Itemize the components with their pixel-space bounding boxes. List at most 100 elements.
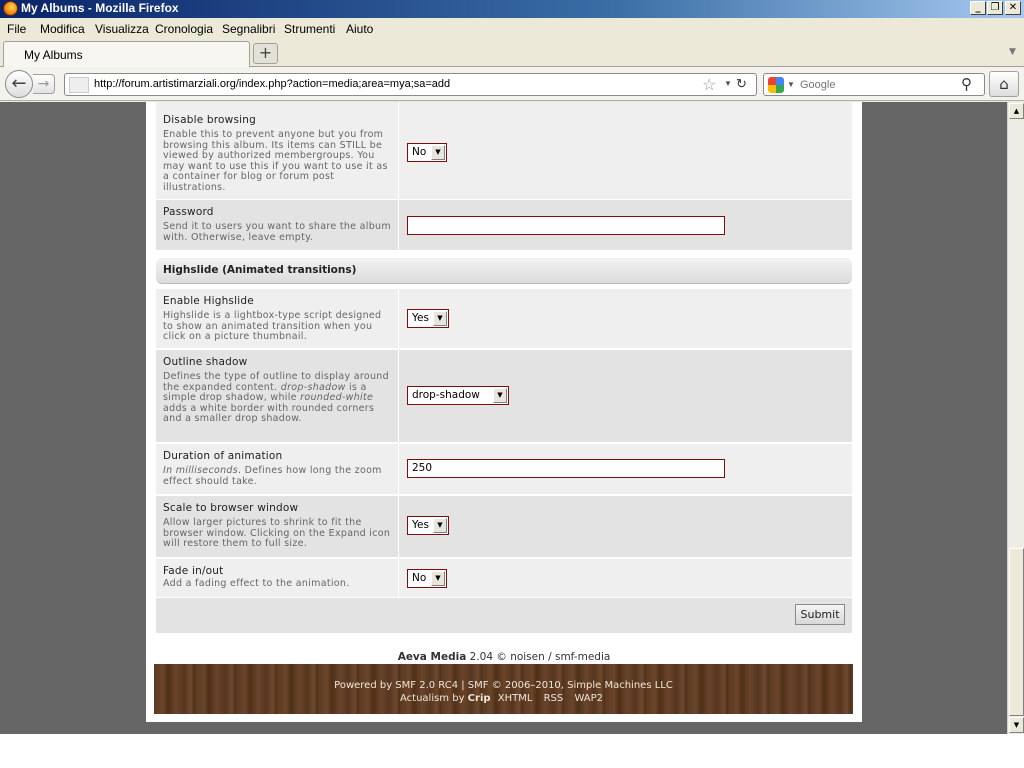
row-value-cell: [407, 200, 852, 250]
submit-row: Submit: [156, 598, 852, 633]
fade-select[interactable]: No ▼: [407, 569, 447, 588]
row-label-cell: Fade in/out Add a fading effect to the a…: [156, 559, 399, 597]
disable-browsing-select[interactable]: No ▼: [407, 143, 447, 162]
footer-actualism: Actualism by: [399, 693, 468, 704]
outline-shadow-select[interactable]: drop-shadow ▼: [407, 386, 509, 405]
footer-wap2-link[interactable]: WAP2: [574, 693, 603, 704]
footer-powered-by[interactable]: Powered by SMF 2.0 RC4 | SMF © 2006–2010…: [154, 680, 853, 691]
tab-label: My Albums: [24, 48, 83, 62]
duration-input[interactable]: 250: [407, 459, 725, 478]
desc-password: Send it to users you want to share the a…: [163, 221, 391, 243]
page-container: Disable browsing Enable this to prevent …: [146, 102, 862, 722]
section-header-title: Highslide (Animated transitions): [163, 264, 357, 276]
select-value: No: [412, 146, 427, 158]
footer-crip-link[interactable]: Crip: [468, 693, 491, 704]
new-tab-button[interactable]: +: [253, 43, 278, 64]
url-bar[interactable]: http://forum.artistimarziali.org/index.p…: [64, 73, 757, 96]
url-text: http://forum.artistimarziali.org/index.p…: [94, 78, 451, 90]
row-value-cell: No ▼: [407, 559, 852, 597]
menu-aiuto[interactable]: Aiuto: [346, 22, 373, 36]
desc-scale-browser: Allow larger pictures to shrink to fit t…: [163, 517, 391, 549]
row-enable-highslide: Enable Highslide Highslide is a lightbox…: [156, 289, 852, 349]
desc-fade: Add a fading effect to the animation.: [163, 578, 350, 589]
desc-italic: In milliseconds: [163, 465, 238, 476]
search-placeholder: Google: [800, 79, 836, 91]
dropdown-arrow-icon: ▼: [431, 145, 445, 160]
search-magnifier-icon[interactable]: ⚲: [961, 75, 972, 93]
page-viewport: Disable browsing Enable this to prevent …: [0, 102, 1007, 734]
forward-arrow-icon[interactable]: →: [33, 74, 55, 94]
dropdown-arrow-icon: ▼: [493, 388, 507, 403]
menubar: File Modifica Visualizza Cronologia Segn…: [0, 18, 1024, 40]
desc-italic: drop-shadow: [280, 381, 346, 393]
scroll-thumb[interactable]: [1009, 548, 1024, 716]
tab-my-albums[interactable]: My Albums: [3, 41, 250, 68]
section-header-highslide: Highslide (Animated transitions): [156, 258, 852, 284]
row-value-cell: No ▼: [407, 102, 852, 199]
desc-outline-shadow: Defines the type of outline to display a…: [163, 371, 391, 425]
label-enable-highslide: Enable Highslide: [163, 295, 254, 307]
menu-segnalibri[interactable]: Segnalibri: [222, 22, 275, 36]
forum-footer: Powered by SMF 2.0 RC4 | SMF © 2006–2010…: [154, 664, 853, 714]
select-value: drop-shadow: [412, 389, 480, 401]
dropdown-arrow-icon: ▼: [433, 518, 447, 533]
google-icon[interactable]: [768, 77, 784, 93]
row-duration: Duration of animation In milliseconds. D…: [156, 444, 852, 495]
dropdown-arrow-icon: ▼: [433, 311, 447, 326]
bookmark-star-icon[interactable]: ☆: [702, 75, 716, 95]
menu-file[interactable]: File: [7, 22, 26, 36]
desc-text: adds a white border with rounded corners…: [163, 402, 375, 424]
row-disable-browsing: Disable browsing Enable this to prevent …: [156, 102, 852, 200]
menu-strumenti[interactable]: Strumenti: [284, 22, 335, 36]
row-label-cell: Enable Highslide Highslide is a lightbox…: [156, 289, 399, 348]
home-icon[interactable]: ⌂: [989, 71, 1019, 97]
menu-visualizza[interactable]: Visualizza: [95, 22, 149, 36]
label-password: Password: [163, 206, 214, 218]
row-value-cell: drop-shadow ▼: [407, 350, 852, 442]
row-label-cell: Disable browsing Enable this to prevent …: [156, 102, 399, 199]
scroll-up-arrow-icon[interactable]: ▲: [1009, 103, 1024, 119]
select-value: Yes: [412, 519, 429, 531]
firefox-icon: [3, 1, 18, 16]
row-label-cell: Scale to browser window Allow larger pic…: [156, 496, 399, 557]
row-fade: Fade in/out Add a fading effect to the a…: [156, 559, 852, 598]
scroll-down-arrow-icon[interactable]: ▼: [1009, 717, 1024, 733]
navigation-toolbar: ← → http://forum.artistimarziali.org/ind…: [0, 67, 1024, 101]
row-outline-shadow: Outline shadow Defines the type of outli…: [156, 350, 852, 443]
credit-rest[interactable]: 2.04 © noisen / smf-media: [466, 651, 611, 663]
credit-name[interactable]: Aeva Media: [398, 651, 467, 663]
search-engine-dropdown-icon[interactable]: ▼: [787, 80, 795, 89]
row-password: Password Send it to users you want to sh…: [156, 200, 852, 251]
footer-rss-link[interactable]: RSS: [544, 693, 564, 704]
scale-browser-select[interactable]: Yes ▼: [407, 516, 449, 535]
select-value: Yes: [412, 312, 429, 324]
footer-links: Actualism by Crip XHTML RSS WAP2: [154, 693, 853, 704]
submit-button[interactable]: Submit: [795, 604, 845, 625]
maximize-button[interactable]: ❐: [987, 1, 1003, 15]
password-input[interactable]: [407, 216, 725, 235]
dropdown-arrow-icon: ▼: [431, 571, 445, 586]
tab-bar: My Albums + ▼: [0, 40, 1024, 68]
window-title: My Albums - Mozilla Firefox: [21, 1, 179, 15]
tab-list-chevron-icon[interactable]: ▼: [1009, 47, 1016, 57]
minimize-button[interactable]: _: [970, 1, 986, 15]
search-bar[interactable]: ▼ Google ⚲: [763, 73, 985, 96]
row-scale-browser: Scale to browser window Allow larger pic…: [156, 496, 852, 558]
close-button[interactable]: ✕: [1005, 1, 1021, 15]
enable-highslide-select[interactable]: Yes ▼: [407, 309, 449, 328]
footer-xhtml-link[interactable]: XHTML: [498, 693, 533, 704]
reload-icon[interactable]: ↻: [736, 76, 747, 92]
desc-enable-highslide: Highslide is a lightbox-type script desi…: [163, 310, 382, 342]
row-label-cell: Password Send it to users you want to sh…: [156, 200, 399, 250]
url-dropdown-icon[interactable]: ▼: [724, 79, 732, 88]
label-fade: Fade in/out: [163, 565, 224, 577]
site-favicon-icon: [69, 77, 89, 93]
row-value-cell: Yes ▼: [407, 496, 852, 557]
row-value-cell: 250: [407, 444, 852, 494]
menu-cronologia[interactable]: Cronologia: [155, 22, 213, 36]
row-label-cell: Duration of animation In milliseconds. D…: [156, 444, 399, 494]
select-value: No: [412, 572, 427, 584]
vertical-scrollbar[interactable]: ▲ ▼: [1007, 102, 1024, 734]
menu-modifica[interactable]: Modifica: [40, 22, 85, 36]
back-arrow-icon[interactable]: ←: [5, 70, 33, 98]
